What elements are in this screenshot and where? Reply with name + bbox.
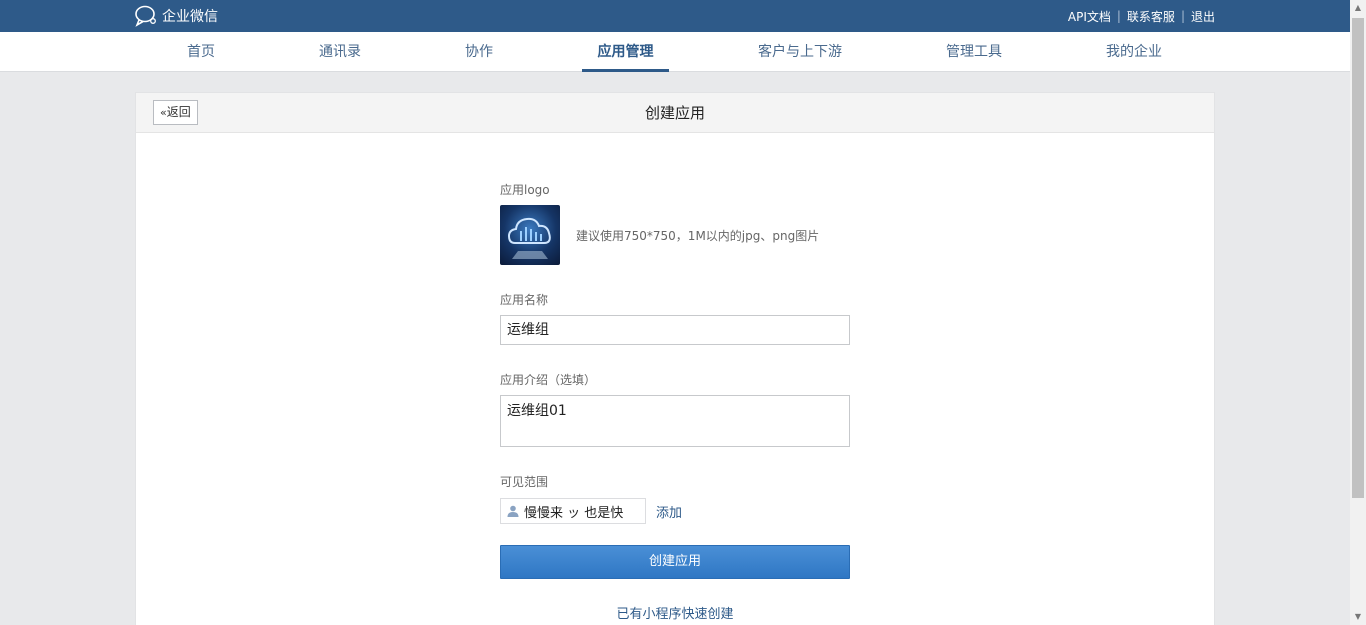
- brand-logo[interactable]: 企业微信: [134, 5, 218, 27]
- scroll-up-icon[interactable]: ▲: [1350, 0, 1366, 16]
- nav-admin-tools[interactable]: 管理工具: [938, 32, 1010, 72]
- member-name: 慢慢来 ッ 也是快: [524, 505, 624, 521]
- logout-link[interactable]: 退出: [1191, 8, 1215, 25]
- cloud-logo: [507, 217, 551, 259]
- mini-program-create-link[interactable]: 已有小程序快速创建: [500, 603, 850, 622]
- contact-support-link[interactable]: 联系客服: [1127, 8, 1175, 25]
- app-logo[interactable]: [500, 205, 560, 265]
- name-label: 应用名称: [500, 293, 549, 307]
- visibility-label: 可见范围: [500, 475, 549, 489]
- nav-customers[interactable]: 客户与上下游: [750, 32, 850, 72]
- member-tag: 慢慢来 ッ 也是快: [500, 498, 646, 524]
- logo-hint: 建议使用750*750，1M以内的jpg、png图片: [576, 228, 820, 243]
- scroll-thumb[interactable]: [1352, 18, 1364, 498]
- divider: |: [1116, 9, 1121, 23]
- nav-my-company[interactable]: 我的企业: [1098, 32, 1170, 72]
- api-docs-link[interactable]: API文档: [1068, 8, 1111, 25]
- chat-bubble-icon: [135, 5, 156, 27]
- nav-contacts[interactable]: 通讯录: [312, 32, 368, 72]
- app-name-input[interactable]: 运维组: [500, 315, 850, 345]
- nav-app-management[interactable]: 应用管理: [582, 32, 669, 72]
- create-app-card: «返回 创建应用 应用logo 建议使用750*750，1M以内的jpg、png…: [135, 92, 1215, 625]
- divider: |: [1180, 9, 1185, 23]
- add-visibility-link[interactable]: 添加: [656, 502, 682, 521]
- logo-label: 应用logo: [500, 183, 550, 197]
- intro-label: 应用介绍（选填）: [500, 373, 597, 387]
- page-title: 创建应用: [644, 104, 705, 122]
- user-icon: [507, 505, 519, 517]
- top-bar: 企业微信 API文档 | 联系客服 | 退出: [0, 0, 1350, 32]
- main-nav: 首页 通讯录 协作 应用管理 客户与上下游 管理工具 我的企业: [0, 32, 1350, 72]
- create-app-form: 应用logo 建议使用750*750，1M以内的jpg、png图片 应用名称 运…: [500, 181, 850, 622]
- card-header: «返回 创建应用: [136, 93, 1214, 133]
- nav-home[interactable]: 首页: [178, 32, 224, 72]
- page-scrollbar[interactable]: ▲ ▼: [1350, 0, 1366, 625]
- create-app-button[interactable]: 创建应用: [500, 545, 850, 579]
- scroll-down-icon[interactable]: ▼: [1350, 609, 1366, 625]
- top-links: API文档 | 联系客服 | 退出: [1068, 0, 1350, 32]
- app-intro-textarea[interactable]: 运维组01: [500, 395, 850, 447]
- brand-name: 企业微信: [162, 9, 218, 25]
- nav-collaboration[interactable]: 协作: [458, 32, 500, 72]
